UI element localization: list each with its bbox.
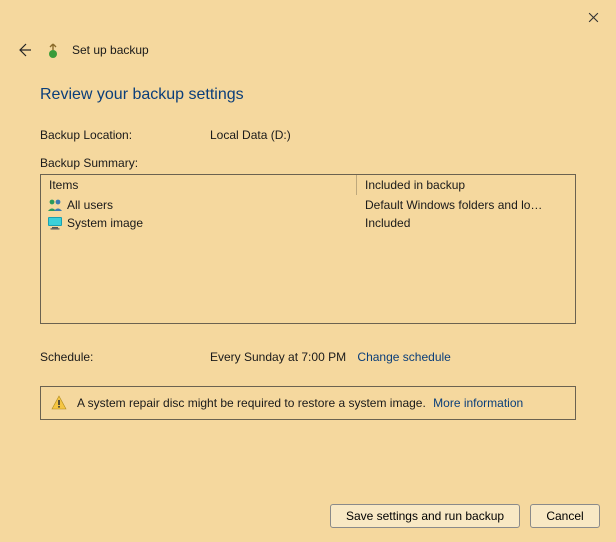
summary-table: Items Included in backup All users xyxy=(40,174,576,324)
backup-location-label: Backup Location: xyxy=(40,128,210,142)
item-name: System image xyxy=(67,216,143,230)
info-text: A system repair disc might be required t… xyxy=(77,396,426,410)
footer-buttons: Save settings and run backup Cancel xyxy=(330,504,600,528)
window-title: Set up backup xyxy=(72,43,149,57)
schedule-label: Schedule: xyxy=(40,350,210,364)
col-header-items[interactable]: Items xyxy=(41,175,357,195)
users-icon xyxy=(47,197,63,213)
page-title: Review your backup settings xyxy=(40,86,576,104)
content-area: Review your backup settings Backup Locat… xyxy=(40,86,576,420)
close-button[interactable] xyxy=(584,8,602,26)
back-button[interactable] xyxy=(14,40,34,60)
change-schedule-link[interactable]: Change schedule xyxy=(357,350,450,364)
arrow-left-icon xyxy=(16,42,32,58)
monitor-icon xyxy=(47,215,63,231)
backup-app-icon xyxy=(44,41,62,59)
more-info-link[interactable]: More information xyxy=(433,396,523,410)
table-header: Items Included in backup xyxy=(41,175,575,196)
backup-location-value: Local Data (D:) xyxy=(210,128,576,142)
backup-summary-label: Backup Summary: xyxy=(40,156,210,170)
backup-location-row: Backup Location: Local Data (D:) xyxy=(40,128,576,142)
table-row[interactable]: All users Default Windows folders and lo… xyxy=(41,196,575,214)
col-header-included[interactable]: Included in backup xyxy=(357,175,575,195)
schedule-value: Every Sunday at 7:00 PM xyxy=(210,350,346,364)
close-icon xyxy=(588,12,599,23)
cancel-button[interactable]: Cancel xyxy=(530,504,600,528)
item-included: Included xyxy=(357,216,575,230)
table-row[interactable]: System image Included xyxy=(41,214,575,232)
table-body: All users Default Windows folders and lo… xyxy=(41,196,575,323)
item-name: All users xyxy=(67,198,113,212)
save-run-backup-button[interactable]: Save settings and run backup xyxy=(330,504,520,528)
item-included: Default Windows folders and lo… xyxy=(357,198,575,212)
info-box: A system repair disc might be required t… xyxy=(40,386,576,420)
header-bar: Set up backup xyxy=(14,40,149,60)
info-text-wrap: A system repair disc might be required t… xyxy=(77,396,523,410)
schedule-row: Schedule: Every Sunday at 7:00 PM Change… xyxy=(40,350,576,364)
warning-icon xyxy=(51,395,67,411)
backup-summary-row: Backup Summary: xyxy=(40,156,576,170)
